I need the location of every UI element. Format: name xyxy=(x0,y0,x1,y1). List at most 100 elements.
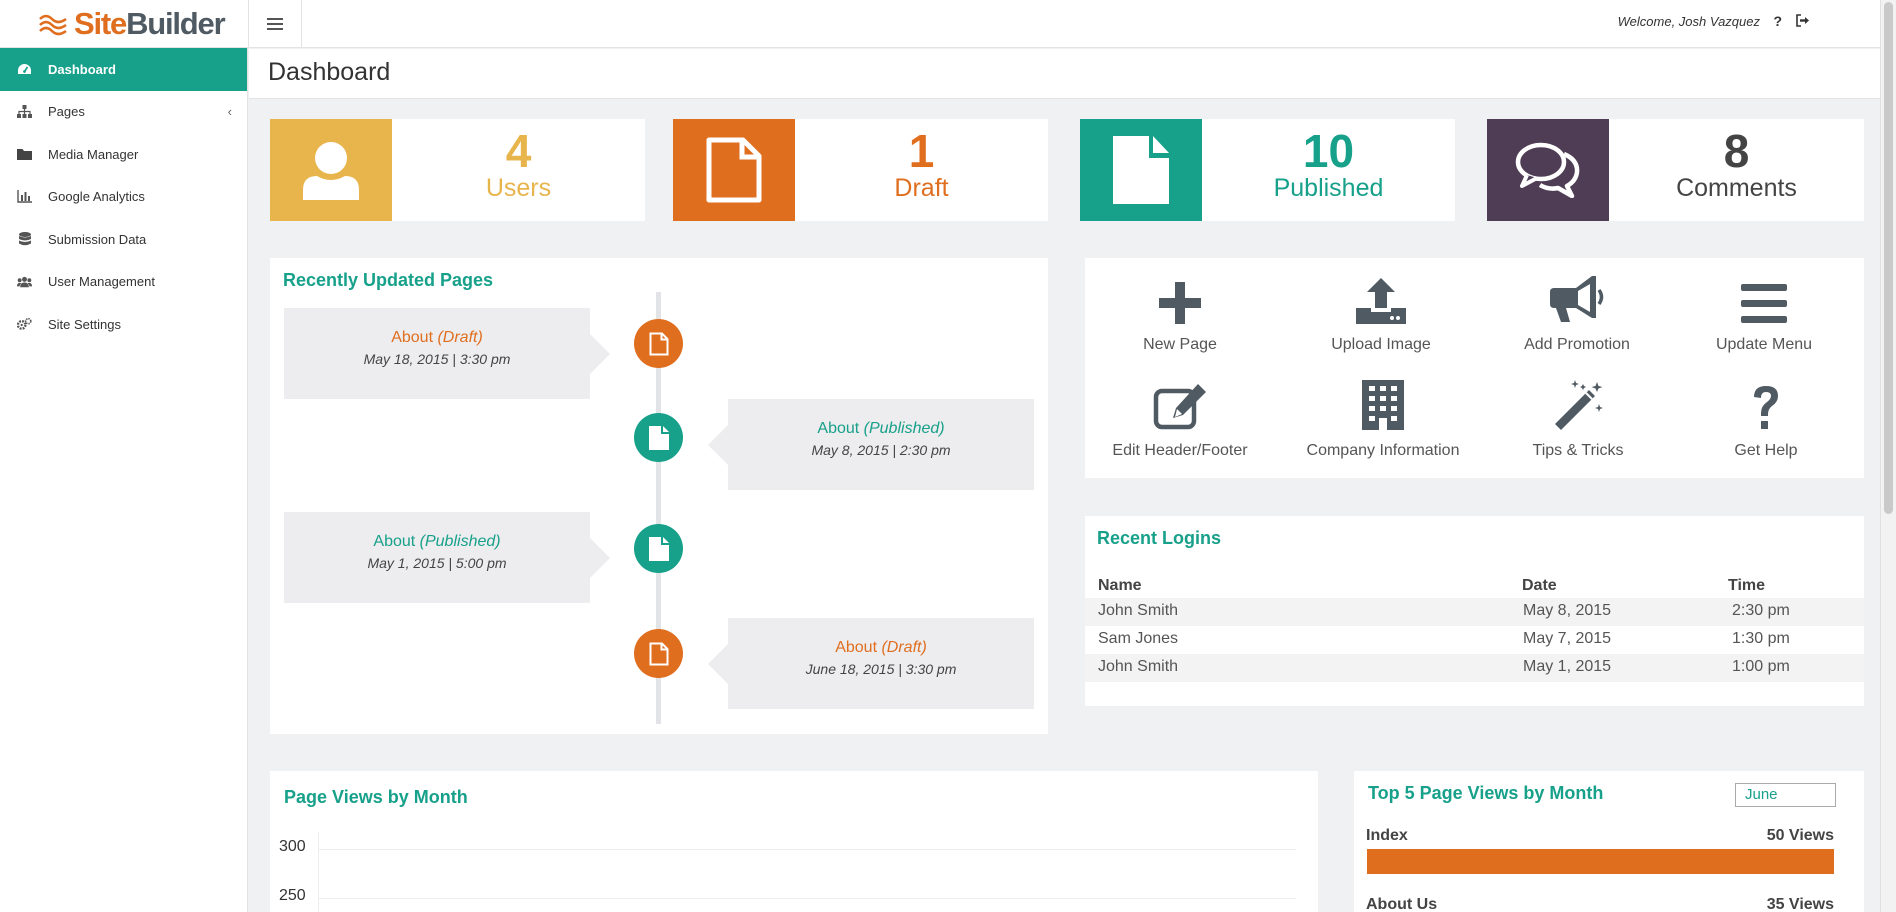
page-title: Dashboard xyxy=(268,58,391,86)
timeline-page-status: (Published) xyxy=(419,533,501,550)
action-label: Add Promotion xyxy=(1524,336,1630,353)
sidebar-item-label: Dashboard xyxy=(48,61,116,77)
sidebar-item-user-management[interactable]: User Management xyxy=(0,261,247,304)
timeline-page-name: About xyxy=(835,639,882,656)
help-icon[interactable]: ? xyxy=(1773,13,1782,29)
stat-icon-box xyxy=(270,119,392,221)
stat-icon-box xyxy=(1487,119,1609,221)
login-time: 1:00 pm xyxy=(1732,658,1790,675)
column-header-date[interactable]: Date xyxy=(1522,577,1557,595)
logo[interactable]: SiteBuilder xyxy=(38,6,226,42)
sidebar-item-pages[interactable]: Pages ‹ xyxy=(0,91,247,134)
stat-label: Draft xyxy=(894,174,949,202)
timeline-page-status: (Draft) xyxy=(881,639,927,656)
timeline-item[interactable]: About (Published) May 1, 2015 | 5:00 pm xyxy=(284,512,610,603)
timeline-page-status: (Draft) xyxy=(437,329,483,346)
action-label: Edit Header/Footer xyxy=(1112,442,1248,459)
hamburger-icon xyxy=(267,18,283,30)
edit-header-footer-button[interactable]: Edit Header/Footer xyxy=(1085,378,1275,478)
stat-label: Comments xyxy=(1676,174,1797,202)
logo-waves-icon xyxy=(39,14,67,36)
stat-label: Users xyxy=(485,174,552,202)
stat-card-published[interactable]: 10 Published xyxy=(1080,119,1455,221)
stat-number: 1 xyxy=(908,125,935,177)
sidebar-toggle-button[interactable] xyxy=(248,0,302,48)
login-date: May 7, 2015 xyxy=(1523,630,1612,647)
panel-title: Page Views by Month xyxy=(284,787,468,807)
timeline-item[interactable]: About (Draft) May 18, 2015 | 3:30 pm xyxy=(284,308,610,399)
gears-icon xyxy=(17,317,32,332)
action-label: New Page xyxy=(1143,336,1217,353)
timeline-draft-dot xyxy=(634,319,683,368)
top5-item-name: About Us xyxy=(1366,896,1438,912)
user-icon xyxy=(303,142,359,200)
page-header: Dashboard xyxy=(249,49,1880,99)
plus-icon xyxy=(1159,282,1201,324)
sidebar-item-label: Submission Data xyxy=(48,231,147,247)
scrollbar-thumb[interactable] xyxy=(1884,2,1893,514)
panel-title: Recently Updated Pages xyxy=(283,270,494,290)
sidebar-item-media-manager[interactable]: Media Manager xyxy=(0,133,247,176)
file-outline-icon xyxy=(706,137,762,203)
file-icon xyxy=(648,536,669,561)
timeline-date: May 8, 2015 | 2:30 pm xyxy=(811,442,951,458)
y-axis-tick: 300 xyxy=(279,838,306,855)
update-menu-button[interactable]: Update Menu xyxy=(1669,272,1859,372)
sidebar-item-label: Google Analytics xyxy=(48,189,145,205)
edit-icon xyxy=(1153,384,1206,430)
page-views-chart-panel: Page Views by Month xyxy=(270,771,1318,912)
sidebar-item-google-analytics[interactable]: Google Analytics xyxy=(0,176,247,219)
stat-card-users[interactable]: 4 Users xyxy=(270,119,645,221)
bar-chart-icon xyxy=(17,189,32,204)
chevron-left-icon[interactable]: ‹ xyxy=(228,104,232,119)
sidebar-item-label: User Management xyxy=(48,274,155,290)
welcome-text: Welcome, Josh Vazquez xyxy=(1617,14,1760,29)
add-promotion-button[interactable]: Add Promotion xyxy=(1482,272,1672,372)
sidebar-item-label: Pages xyxy=(48,104,85,120)
y-axis-line xyxy=(318,832,319,912)
megaphone-icon xyxy=(1550,276,1604,322)
logout-icon[interactable] xyxy=(1795,14,1810,27)
file-icon xyxy=(1113,136,1169,204)
stat-card-draft[interactable]: 1 Draft xyxy=(673,119,1048,221)
grid-line xyxy=(318,898,1296,899)
file-outline-icon xyxy=(649,642,668,665)
stat-number: 4 xyxy=(505,125,532,177)
get-help-button[interactable]: Get Help xyxy=(1671,378,1861,478)
login-name: Sam Jones xyxy=(1098,630,1179,647)
column-header-name[interactable]: Name xyxy=(1098,577,1142,595)
timeline-item[interactable]: About (Draft) June 18, 2015 | 3:30 pm xyxy=(708,618,1034,709)
file-icon xyxy=(648,425,669,450)
sidebar-item-submission-data[interactable]: Submission Data xyxy=(0,218,247,261)
company-information-button[interactable]: Company Information xyxy=(1288,378,1478,478)
login-name: John Smith xyxy=(1098,658,1179,675)
table-row[interactable]: Sam Jones May 7, 2015 1:30 pm xyxy=(1085,626,1864,654)
stat-card-comments[interactable]: 8 Comments xyxy=(1487,119,1864,221)
panel-title: Top 5 Page Views by Month xyxy=(1368,783,1604,803)
menu-bars-icon xyxy=(1741,284,1787,323)
stat-number: 10 xyxy=(1302,125,1355,177)
sidebar: Dashboard Pages ‹ Media Manager Google A… xyxy=(0,48,248,912)
table-row[interactable]: John Smith May 1, 2015 1:00 pm xyxy=(1085,654,1864,682)
tips-and-tricks-button[interactable]: Tips & Tricks xyxy=(1483,378,1673,478)
timeline-item[interactable]: About (Published) May 8, 2015 | 2:30 pm xyxy=(708,399,1034,490)
timeline-published-dot xyxy=(634,413,683,462)
action-label: Get Help xyxy=(1734,442,1798,459)
stat-number: 8 xyxy=(1723,125,1750,177)
building-icon xyxy=(1362,380,1404,430)
table-row[interactable]: John Smith May 8, 2015 2:30 pm xyxy=(1085,598,1864,626)
column-header-time[interactable]: Time xyxy=(1728,577,1765,595)
sidebar-item-site-settings[interactable]: Site Settings xyxy=(0,303,247,346)
upload-image-button[interactable]: Upload Image xyxy=(1286,272,1476,372)
top5-item-name: Index xyxy=(1366,827,1408,844)
top-bar: SiteBuilder Welcome, Josh Vazquez ? xyxy=(0,0,1880,48)
grid-line xyxy=(318,849,1296,850)
login-date: May 1, 2015 xyxy=(1523,658,1612,675)
page-scrollbar[interactable] xyxy=(1880,0,1896,912)
sidebar-item-label: Site Settings xyxy=(48,316,121,332)
timeline-page-name: About xyxy=(817,420,864,437)
new-page-button[interactable]: New Page xyxy=(1085,272,1275,372)
month-select[interactable]: June xyxy=(1735,783,1836,807)
login-time: 1:30 pm xyxy=(1732,630,1790,647)
sidebar-item-dashboard[interactable]: Dashboard xyxy=(0,48,247,91)
